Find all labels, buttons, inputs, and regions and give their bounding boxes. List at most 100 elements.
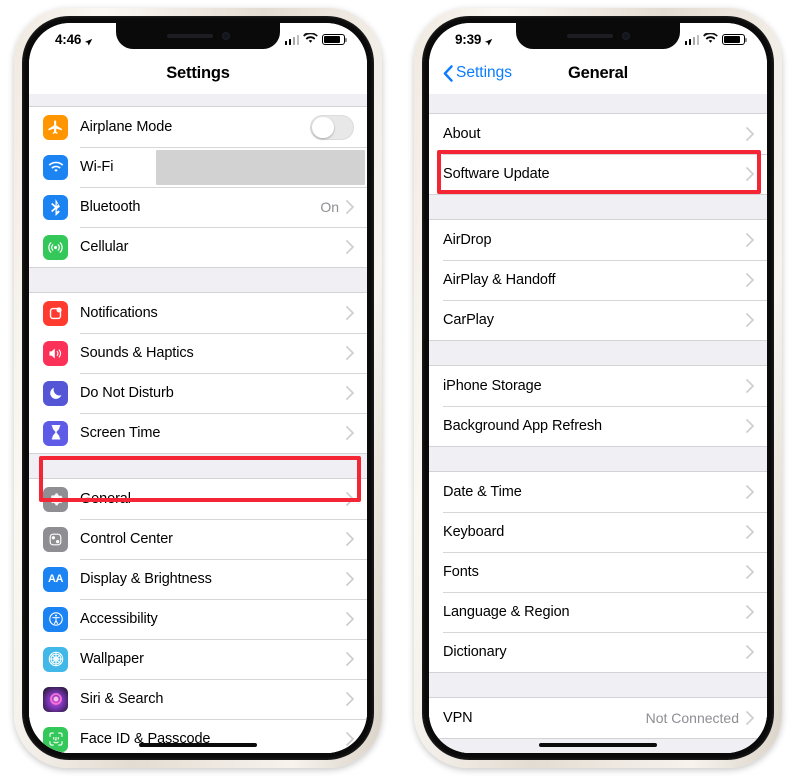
right-phone-screen: 9:39 Settings General About Software Upd… <box>429 23 767 753</box>
status-bar-indicators <box>284 27 347 49</box>
list-gap <box>29 454 367 478</box>
settings-row-keyboard[interactable]: Keyboard <box>429 512 767 552</box>
bluetooth-icon <box>43 194 68 220</box>
battery-icon <box>322 34 347 45</box>
settings-row-label: Background App Refresh <box>443 418 603 434</box>
list-gap <box>429 673 767 697</box>
settings-row-label: Siri & Search <box>80 691 164 707</box>
general-group-about: About Software Update <box>429 113 767 195</box>
back-button-label: Settings <box>456 64 513 81</box>
list-top-gap <box>429 94 767 113</box>
general-settings-list[interactable]: About Software Update AirDrop AirPlay & … <box>429 94 767 753</box>
settings-row-label: Wallpaper <box>80 651 144 667</box>
settings-group-notifications: Notifications Sounds & Haptics Do Not Di… <box>29 292 367 454</box>
settings-row-do-not-disturb[interactable]: Do Not Disturb <box>29 373 367 413</box>
earpiece-speaker-icon <box>566 34 613 38</box>
settings-row-language-region[interactable]: Language & Region <box>429 592 767 632</box>
settings-row-label: Control Center <box>80 531 173 547</box>
settings-row-iphone-storage[interactable]: iPhone Storage <box>429 366 767 406</box>
wifi-icon <box>703 31 718 49</box>
page-title: Settings <box>166 63 230 82</box>
chevron-right-icon <box>746 605 754 619</box>
list-gap <box>429 195 767 219</box>
control-center-icon <box>43 526 68 552</box>
list-gap <box>29 268 367 292</box>
chevron-right-icon <box>346 200 354 214</box>
vpn-status-value: Not Connected <box>645 710 739 726</box>
right-phone-bezel: 9:39 Settings General About Software Upd… <box>422 16 774 760</box>
display-brightness-icon: AA <box>43 566 68 592</box>
clock-time: 9:39 <box>455 32 482 47</box>
airplane-mode-toggle[interactable] <box>310 114 354 140</box>
chevron-left-icon <box>443 64 453 82</box>
settings-row-cellular[interactable]: Cellular <box>29 227 367 267</box>
nav-bar: Settings General <box>429 52 767 94</box>
settings-row-background-app-refresh[interactable]: Background App Refresh <box>429 406 767 446</box>
settings-row-label: Display & Brightness <box>80 571 212 587</box>
settings-row-notifications[interactable]: Notifications <box>29 293 367 333</box>
settings-row-vpn[interactable]: VPN Not Connected <box>429 698 767 738</box>
settings-row-airdrop[interactable]: AirDrop <box>429 220 767 260</box>
settings-row-about[interactable]: About <box>429 114 767 154</box>
chevron-right-icon <box>346 346 354 360</box>
accessibility-icon <box>43 606 68 632</box>
status-bar-clock: 4:46 <box>55 28 93 47</box>
settings-row-label: VPN <box>443 710 473 726</box>
chevron-right-icon <box>346 532 354 546</box>
settings-row-airplay-handoff[interactable]: AirPlay & Handoff <box>429 260 767 300</box>
chevron-right-icon <box>346 240 354 254</box>
settings-row-date-time[interactable]: Date & Time <box>429 472 767 512</box>
settings-row-carplay[interactable]: CarPlay <box>429 300 767 340</box>
settings-row-general[interactable]: General <box>29 479 367 519</box>
chevron-right-icon <box>346 732 354 746</box>
chevron-right-icon <box>346 652 354 666</box>
settings-row-siri-search[interactable]: Siri & Search <box>29 679 367 719</box>
moon-icon <box>43 380 68 406</box>
settings-row-face-id-passcode[interactable]: Face ID & Passcode <box>29 719 367 753</box>
settings-row-airplane-mode[interactable]: Airplane Mode <box>29 107 367 147</box>
settings-row-wallpaper[interactable]: Wallpaper <box>29 639 367 679</box>
settings-row-bluetooth[interactable]: Bluetooth On <box>29 187 367 227</box>
chevron-right-icon <box>746 711 754 725</box>
gear-icon <box>43 486 68 512</box>
bluetooth-status-value: On <box>320 199 339 215</box>
settings-row-display-brightness[interactable]: AA Display & Brightness <box>29 559 367 599</box>
cellular-bars-icon <box>284 34 299 45</box>
settings-row-label: Airplane Mode <box>80 119 173 135</box>
chevron-right-icon <box>346 306 354 320</box>
chevron-right-icon <box>746 313 754 327</box>
chevron-right-icon <box>746 565 754 579</box>
chevron-right-icon <box>746 167 754 181</box>
settings-row-screen-time[interactable]: Screen Time <box>29 413 367 453</box>
list-gap <box>429 341 767 365</box>
clock-time: 4:46 <box>55 32 82 47</box>
notch <box>116 23 280 49</box>
settings-row-dictionary[interactable]: Dictionary <box>429 632 767 672</box>
settings-row-label: AirDrop <box>443 232 492 248</box>
chevron-right-icon <box>746 273 754 287</box>
settings-row-fonts[interactable]: Fonts <box>429 552 767 592</box>
settings-row-label: Dictionary <box>443 644 507 660</box>
chevron-right-icon <box>746 485 754 499</box>
settings-list[interactable]: Airplane Mode Wi-Fi Bluetooth On Cellula… <box>29 94 367 753</box>
chevron-right-icon <box>746 233 754 247</box>
wifi-network-redaction <box>156 150 365 185</box>
settings-row-label: Fonts <box>443 564 479 580</box>
settings-row-control-center[interactable]: Control Center <box>29 519 367 559</box>
settings-row-wifi[interactable]: Wi-Fi <box>29 147 367 187</box>
front-camera-icon <box>221 32 230 40</box>
siri-icon <box>43 686 68 712</box>
back-button-settings[interactable]: Settings <box>443 64 512 82</box>
chevron-right-icon <box>346 612 354 626</box>
sounds-icon <box>43 340 68 366</box>
chevron-right-icon <box>346 426 354 440</box>
settings-row-software-update[interactable]: Software Update <box>429 154 767 194</box>
settings-row-label: Language & Region <box>443 604 570 620</box>
cellular-bars-icon <box>684 34 699 45</box>
settings-row-label: CarPlay <box>443 312 494 328</box>
notifications-icon <box>43 300 68 326</box>
settings-row-sounds-haptics[interactable]: Sounds & Haptics <box>29 333 367 373</box>
cellular-icon <box>43 234 68 260</box>
settings-row-label: Cellular <box>80 239 129 255</box>
settings-row-accessibility[interactable]: Accessibility <box>29 599 367 639</box>
